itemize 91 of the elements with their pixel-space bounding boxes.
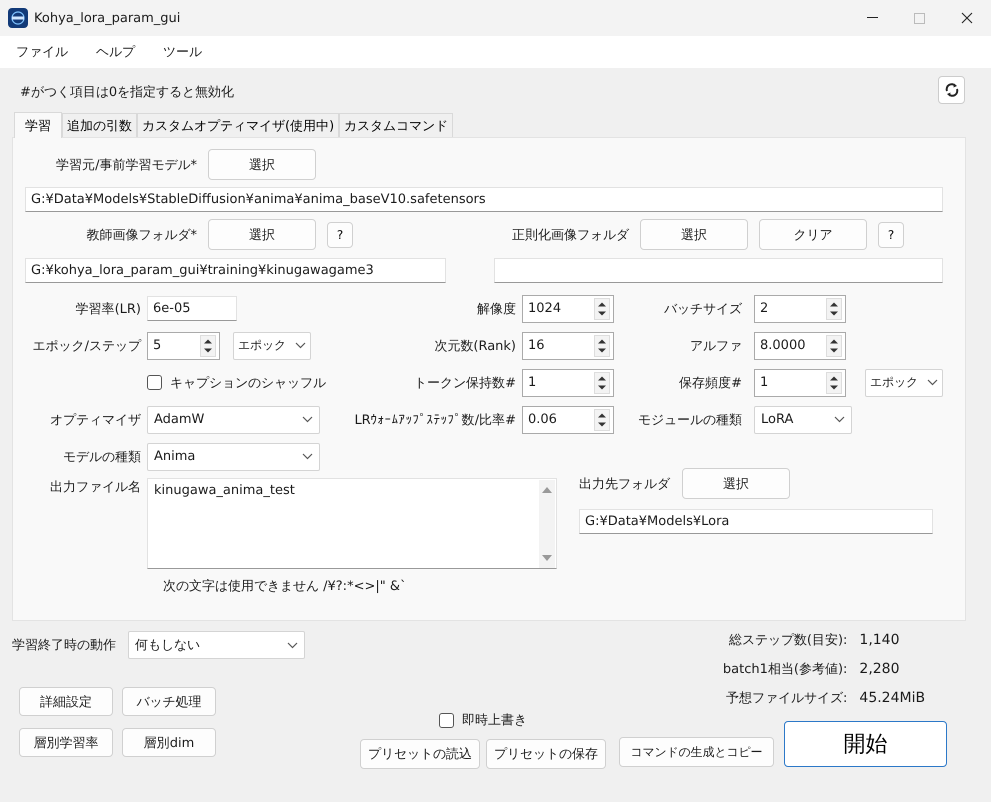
chevron-down-icon [302, 416, 313, 423]
field-label: 出力ファイル名 [49, 479, 141, 496]
window-title: Kohya_lora_param_gui [34, 10, 180, 26]
stat-value: 2,280 [859, 661, 901, 677]
field-label: モジュールの種類 [637, 412, 742, 428]
field-label: 出力先フォルダ [579, 476, 670, 492]
tool-button[interactable]: バッチ処理 [122, 687, 216, 716]
field-label: 学習率(LR) [74, 300, 141, 318]
tab[interactable]: 追加の引数 [62, 113, 137, 137]
stat-value: 45.24MiB [859, 690, 926, 706]
path-field[interactable] [494, 258, 943, 283]
shuffle-checkbox[interactable]: キャプションのシャッフル [147, 374, 326, 392]
number-field[interactable]: 0.06 [522, 406, 614, 434]
field-label: オプティマイザ [49, 412, 141, 428]
scrollbar[interactable] [539, 480, 555, 568]
menu-item[interactable]: ツール [163, 43, 202, 61]
dropdown[interactable]: 何もしない [128, 631, 305, 659]
unit-dropdown[interactable]: エポック [233, 332, 311, 360]
text-field[interactable]: 6e-05 [147, 296, 237, 321]
path-field[interactable]: G:¥Data¥Models¥StableDiffusion¥anima¥anima_baseV10.safetensors [25, 187, 943, 212]
chevron-down-icon [834, 416, 845, 423]
number-field[interactable]: 1 [754, 368, 846, 396]
field-label: バッチサイズ [663, 300, 742, 318]
spin-arrows-icon[interactable] [594, 334, 610, 356]
field-label: 学習元/事前学習モデル* [55, 156, 197, 174]
field-label: 次元数(Rank) [433, 338, 516, 354]
select-button[interactable]: 選択 [208, 149, 316, 180]
spin-arrows-icon[interactable] [594, 372, 610, 394]
stat-label: 総ステップ数(目安): [728, 632, 848, 649]
number-field[interactable]: 1 [522, 368, 614, 396]
help-button[interactable]: ? [327, 222, 353, 248]
tab[interactable]: 学習 [14, 112, 62, 138]
menu-item[interactable]: ファイル [16, 43, 68, 61]
spin-arrows-icon[interactable] [594, 298, 610, 320]
minimize-icon[interactable] [867, 17, 878, 19]
spin-arrows-icon[interactable] [826, 298, 842, 320]
hint-text: 次の文字は使用できません /¥?:*<>|" &` [163, 578, 408, 595]
path-field[interactable]: G:¥Data¥Models¥Lora [579, 509, 933, 534]
spin-arrows-icon[interactable] [594, 408, 610, 430]
chevron-down-icon [287, 642, 298, 648]
refresh-button[interactable] [938, 76, 965, 104]
field-label: モデルの種類 [62, 448, 141, 466]
tool-button[interactable]: 詳細設定 [19, 687, 113, 716]
close-icon[interactable] [961, 12, 973, 24]
hint-text: #がつく項目は0を指定すると無効化 [20, 84, 234, 101]
field-label: 解像度 [476, 300, 516, 318]
field-label: トークン保持数# [413, 374, 516, 392]
dropdown[interactable]: LoRA [754, 406, 852, 434]
spin-arrows-icon[interactable] [826, 372, 842, 394]
chevron-down-icon [302, 453, 313, 460]
spin-arrows-icon[interactable] [826, 334, 842, 356]
field-label: 学習終了時の動作 [12, 637, 116, 654]
stat-label: batch1相当(参考値): [722, 661, 848, 678]
number-field[interactable]: 2 [754, 294, 846, 322]
number-field[interactable]: 8.0000 [754, 332, 846, 360]
field-label: LRｳｫｰﾑｱｯﾌﾟｽﾃｯﾌﾟ数/比率# [353, 412, 516, 428]
spin-arrows-icon[interactable] [200, 334, 216, 356]
field-label: アルファ [689, 338, 742, 354]
filename-field[interactable]: kinugawa_anima_test [147, 478, 557, 569]
tab[interactable]: カスタムコマンド [339, 113, 454, 137]
field-label: エポック/ステップ [32, 338, 141, 354]
number-field[interactable]: 1024 [522, 294, 614, 322]
start-button[interactable]: 開始 [784, 721, 947, 767]
select-button[interactable]: 選択 [208, 219, 316, 250]
preset-button[interactable]: プリセットの保存 [486, 739, 606, 769]
refresh-icon [944, 82, 960, 98]
help-button[interactable]: ? [878, 222, 904, 248]
tab[interactable]: カスタムオプティマイザ(使用中) [137, 113, 340, 137]
select-button[interactable]: 選択 [640, 219, 748, 250]
field-label: 正則化画像フォルダ [511, 226, 629, 244]
stat-value: 1,140 [859, 632, 901, 648]
dropdown[interactable]: AdamW [147, 406, 320, 434]
tool-button[interactable]: 層別dim [122, 728, 216, 757]
path-field[interactable]: G:¥kohya_lora_param_gui¥training¥kinugawagame3 [25, 258, 446, 283]
tool-button[interactable]: 層別学習率 [19, 728, 113, 757]
field-label: 保存頻度# [678, 374, 742, 392]
command-button[interactable]: コマンドの生成とコピー [619, 737, 774, 767]
unit-dropdown[interactable]: エポック [865, 368, 943, 396]
app-logo-icon [8, 8, 28, 28]
chevron-down-icon [295, 342, 306, 349]
preset-button[interactable]: プリセットの読込 [360, 739, 480, 769]
dropdown[interactable]: Anima [147, 442, 320, 470]
number-field[interactable]: 5 [147, 332, 220, 360]
field-label: 教師画像フォルダ* [86, 226, 197, 244]
chevron-down-icon [927, 379, 938, 386]
select-button[interactable]: 選択 [682, 468, 790, 499]
stat-label: 予想ファイルサイズ: [725, 690, 848, 707]
overwrite-checkbox[interactable]: 即時上書き [439, 711, 527, 729]
number-field[interactable]: 16 [522, 332, 614, 360]
clear-button[interactable]: クリア [759, 219, 867, 250]
menu-item[interactable]: ヘルプ [96, 43, 135, 61]
